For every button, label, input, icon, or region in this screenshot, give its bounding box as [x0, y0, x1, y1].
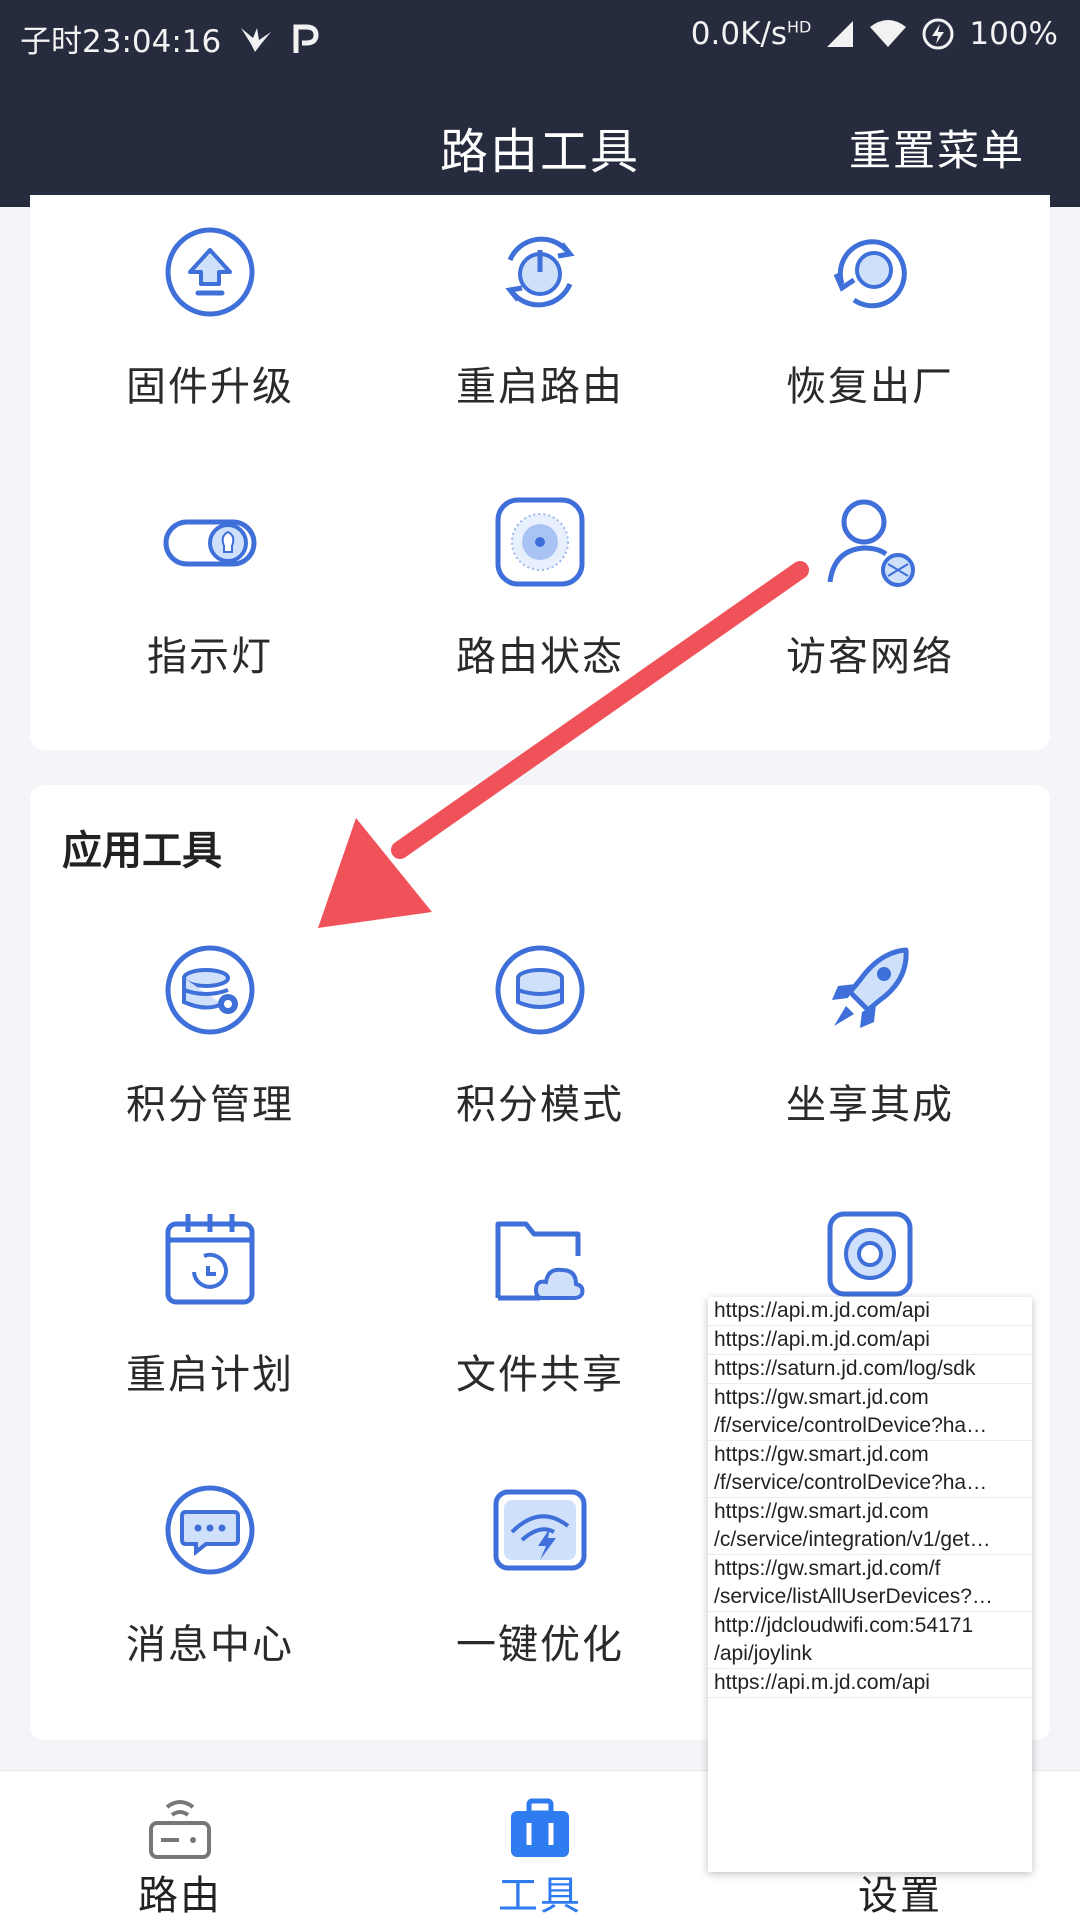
tool-sit-back[interactable]: 坐享其成 [720, 940, 1020, 1130]
guest-network-icon [827, 499, 915, 587]
top-bar: 子时23:04:16 0.0K/sHD 100% 路由工具 重置菜单 [0, 0, 1080, 207]
log-entry[interactable]: https://gw.smart.jd.com/f/service/contro… [708, 1441, 1032, 1498]
log-entry-line: https://gw.smart.jd.com [714, 1500, 929, 1523]
log-entry[interactable]: http://jdcloudwifi.com:54171/api/joylink [708, 1612, 1032, 1669]
tool-device[interactable] [720, 1210, 1020, 1310]
signal-icon [827, 21, 854, 47]
tab-router[interactable]: 路由 [80, 1771, 280, 1921]
upload-icon [165, 227, 255, 317]
tool-router-status[interactable]: 路由状态 [390, 492, 690, 682]
tool-indicator-light[interactable]: 指示灯 [60, 492, 360, 682]
folder-cloud-icon [495, 1221, 585, 1301]
restart-icon [505, 236, 575, 308]
tool-label: 路由状态 [456, 634, 624, 680]
section-title: 应用工具 [62, 828, 222, 874]
log-entry-line: https://api.m.jd.com/api [714, 1328, 930, 1351]
log-entry-line: /f/service/controlDevice?ha… [714, 1414, 988, 1437]
request-log-popup[interactable]: https://api.m.jd.com/api https://api.m.jd… [708, 1297, 1032, 1872]
log-entry-line: https://gw.smart.jd.com [714, 1443, 929, 1466]
log-entry-line: http://jdcloudwifi.com:54171 [714, 1614, 974, 1637]
log-entry-line: /f/service/controlDevice?ha… [714, 1471, 988, 1494]
bird-icon [241, 27, 272, 52]
device-icon [827, 1211, 913, 1297]
optimize-icon [493, 1489, 587, 1571]
status-bar: 子时23:04:16 0.0K/sHD 100% [0, 0, 1080, 72]
toolbox-icon [511, 1798, 569, 1857]
calendar-icon [165, 1214, 255, 1305]
tool-factory-reset[interactable]: 恢复出厂 [720, 222, 1020, 412]
battery-charging-icon [922, 18, 954, 50]
log-entry[interactable]: https://gw.smart.jd.com/f/service/contro… [708, 1384, 1032, 1441]
tool-points-mode[interactable]: 积分模式 [390, 940, 690, 1130]
points-mode-icon [495, 945, 585, 1035]
log-entry[interactable]: https://api.m.jd.com/api [708, 1326, 1032, 1355]
log-entry-line: https://saturn.jd.com/log/sdk [714, 1357, 976, 1380]
tool-message-center[interactable]: 消息中心 [60, 1480, 360, 1670]
tool-label: 积分模式 [456, 1082, 624, 1128]
router-icon [149, 1800, 211, 1859]
rocket-icon [832, 947, 909, 1028]
tool-label: 访客网络 [786, 634, 954, 680]
tool-label: 积分管理 [126, 1082, 294, 1128]
log-entry-line: /api/joylink [714, 1642, 813, 1665]
tool-label: 坐享其成 [786, 1082, 954, 1128]
tool-firmware-upgrade[interactable]: 固件升级 [60, 222, 360, 412]
points-manage-icon [165, 945, 255, 1035]
router-status-icon [495, 497, 585, 587]
log-entry[interactable]: https://api.m.jd.com/api [708, 1297, 1032, 1326]
tool-label: 重启计划 [126, 1352, 294, 1398]
wifi-icon [870, 20, 907, 47]
tool-one-click-optimize[interactable]: 一键优化 [390, 1480, 690, 1670]
log-entry-line: https://api.m.jd.com/api [714, 1671, 930, 1694]
log-entry-line: https://api.m.jd.com/api [714, 1299, 930, 1322]
log-entry-line: https://gw.smart.jd.com/f [714, 1557, 941, 1580]
reset-icon [833, 239, 907, 309]
tab-label: 工具 [498, 1873, 582, 1919]
reset-menu-button[interactable]: 重置菜单 [849, 117, 1025, 178]
tool-label: 恢复出厂 [786, 364, 954, 410]
log-entry[interactable]: https://api.m.jd.com/api [708, 1669, 1032, 1698]
log-entry[interactable]: https://saturn.jd.com/log/sdk [708, 1355, 1032, 1384]
battery-level: 100% [969, 16, 1058, 52]
tool-points-manage[interactable]: 积分管理 [60, 940, 360, 1130]
tool-file-share[interactable]: 文件共享 [390, 1210, 690, 1400]
network-speed: 0.0K/sHD [690, 16, 812, 52]
tab-label: 路由 [138, 1873, 222, 1919]
tool-label: 一键优化 [456, 1622, 624, 1668]
tool-guest-network[interactable]: 访客网络 [720, 492, 1020, 682]
log-entry[interactable]: https://gw.smart.jd.com/f/service/listAl… [708, 1555, 1032, 1612]
log-entry[interactable]: https://gw.smart.jd.com/c/service/integr… [708, 1498, 1032, 1555]
log-entry-line: https://gw.smart.jd.com [714, 1386, 929, 1409]
tool-label: 固件升级 [126, 364, 294, 410]
tool-label: 重启路由 [456, 364, 624, 410]
status-time: 子时23:04:16 [20, 24, 222, 60]
log-entry-line: /c/service/integration/v1/get… [714, 1528, 991, 1551]
message-icon [165, 1485, 255, 1575]
tool-restart-router[interactable]: 重启路由 [390, 222, 690, 412]
tab-tools[interactable]: 工具 [440, 1771, 640, 1921]
toggle-light-icon [163, 519, 257, 567]
tool-label: 消息中心 [126, 1622, 294, 1668]
tool-restart-plan[interactable]: 重启计划 [60, 1210, 360, 1400]
tool-label: 指示灯 [147, 634, 273, 680]
parking-icon [293, 24, 319, 53]
request-log-list: https://api.m.jd.com/api https://api.m.jd… [708, 1297, 1032, 1698]
tool-label: 文件共享 [456, 1352, 624, 1398]
log-entry-line: /service/listAllUserDevices?… [714, 1585, 993, 1608]
